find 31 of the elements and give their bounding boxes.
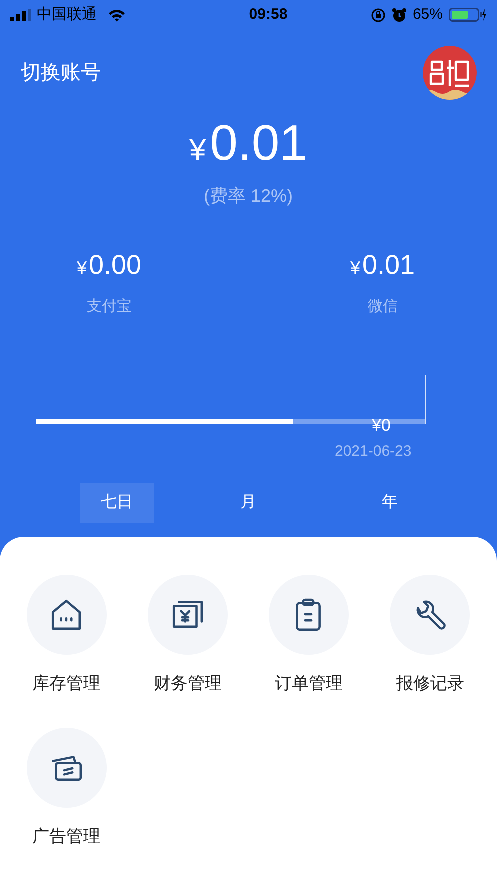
currency-symbol: ¥ <box>350 257 360 280</box>
carrier-name: 中国联通 <box>37 4 97 25</box>
menu-label: 广告管理 <box>32 826 101 848</box>
signal-icon <box>10 9 32 21</box>
battery-percent: 65% <box>412 4 443 25</box>
fee-rate: (费率 12%) <box>204 185 293 208</box>
alarm-icon <box>392 8 407 22</box>
menu-label: 库存管理 <box>32 672 101 694</box>
cursor-line <box>425 374 426 424</box>
period-tab[interactable]: 月 <box>211 482 286 522</box>
clock-time: 09:58 <box>249 4 288 25</box>
currency-symbol: ¥ <box>76 257 87 280</box>
wifi-icon <box>108 8 126 22</box>
menu-label: 报修记录 <box>396 672 464 694</box>
date-label: 2021-06-23 <box>335 442 412 462</box>
warehouse-icon <box>50 598 84 632</box>
switch-account-link[interactable]: 切换账号 <box>21 58 101 88</box>
period-tab[interactable]: 七日 <box>80 482 154 522</box>
channel-amount: 0.00 <box>88 252 142 279</box>
logo-icon <box>423 46 477 100</box>
channel-amount: 0.01 <box>362 252 416 279</box>
channel-label: 支付宝 <box>86 297 132 317</box>
tooltip-value: ¥0 <box>372 414 391 436</box>
rotation-lock-icon <box>370 8 386 22</box>
menu-label: 订单管理 <box>275 672 344 694</box>
channel-label: 微信 <box>368 297 398 317</box>
currency-symbol: ¥ <box>189 133 206 169</box>
battery-icon <box>449 8 487 22</box>
period-tab[interactable]: 年 <box>353 482 427 522</box>
menu-label: 财务管理 <box>154 672 222 694</box>
total-amount: 0.01 <box>210 118 308 168</box>
